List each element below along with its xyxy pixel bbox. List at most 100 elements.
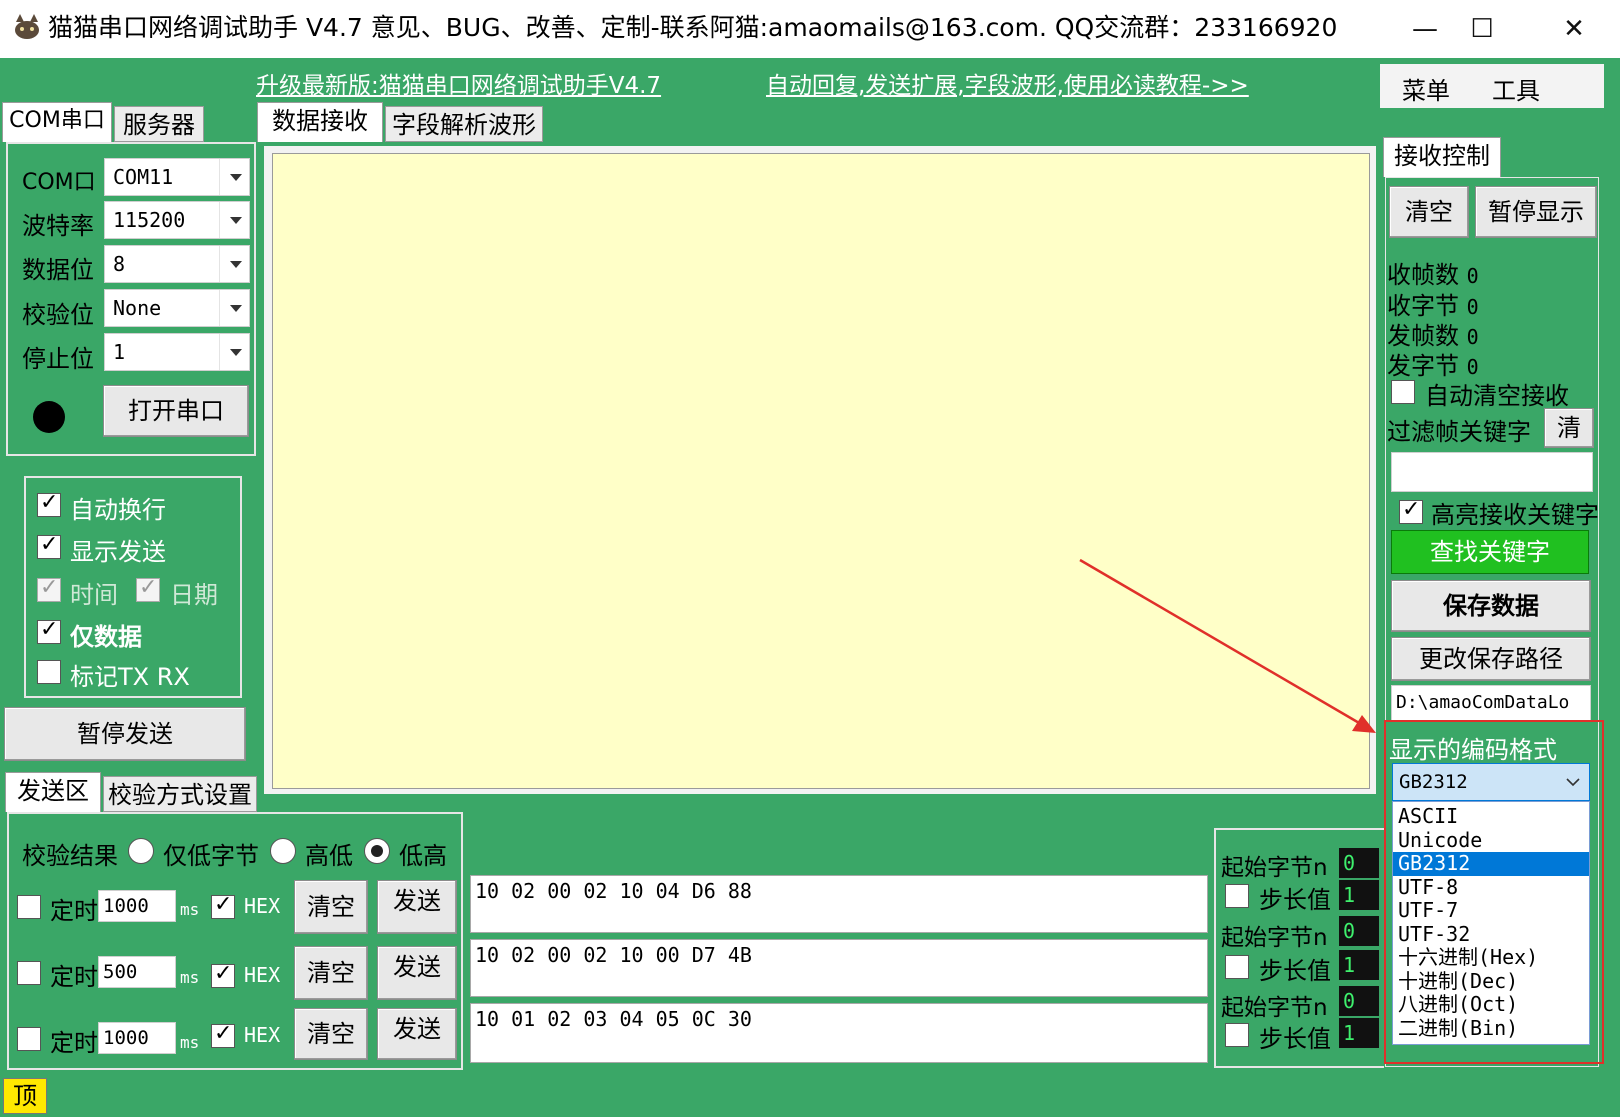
start-byte-input[interactable]: 0 (1339, 848, 1379, 878)
clear-receive-button[interactable]: 清空 (1389, 186, 1469, 238)
step-checkbox[interactable] (1225, 955, 1249, 979)
encoding-option[interactable]: UTF-8 (1393, 876, 1589, 900)
send-button[interactable]: 发送 (377, 880, 457, 934)
stop-bits-select[interactable]: 1 (104, 333, 250, 371)
encoding-selected-value: GB2312 (1399, 771, 1468, 793)
timer-interval-input[interactable]: 500 (98, 956, 176, 988)
chevron-down-icon (219, 202, 249, 238)
step-label: 步长值 (1259, 957, 1331, 985)
find-keyword-button[interactable]: 查找关键字 (1391, 530, 1589, 574)
tab-checksum-settings[interactable]: 校验方式设置 (103, 776, 257, 812)
always-on-top-button[interactable]: 顶 (3, 1078, 47, 1114)
checksum-low-only-radio[interactable] (128, 838, 154, 864)
maximize-button[interactable]: ☐ (1452, 8, 1512, 50)
save-data-button[interactable]: 保存数据 (1391, 580, 1591, 632)
encoding-option[interactable]: UTF-7 (1393, 899, 1589, 923)
upgrade-link[interactable]: 升级最新版:猫猫串口网络调试助手V4.7 (256, 66, 661, 100)
encoding-option[interactable]: UTF-32 (1393, 923, 1589, 947)
auto-clear-checkbox[interactable] (1391, 380, 1415, 404)
encoding-option[interactable]: 八进制(Oct) (1393, 993, 1589, 1017)
baud-rate-select[interactable]: 115200 (104, 201, 250, 239)
encoding-option[interactable]: 十六进制(Hex) (1393, 946, 1589, 970)
send-data-input[interactable]: 10 02 00 02 10 04 D6 88 (470, 875, 1208, 933)
data-bits-value: 8 (113, 252, 126, 276)
minimize-button[interactable]: — (1395, 8, 1455, 50)
send-button[interactable]: 发送 (377, 1008, 457, 1060)
encoding-option[interactable]: 二进制(Bin) (1393, 1017, 1589, 1041)
filter-clear-button[interactable]: 清 (1544, 408, 1594, 448)
step-input[interactable]: 1 (1339, 880, 1379, 910)
chevron-down-icon (1566, 778, 1580, 787)
save-path-input[interactable]: D:\amaoComDataLo (1391, 685, 1591, 721)
timer-unit-label: ms (180, 900, 200, 919)
baud-rate-value: 115200 (113, 208, 186, 232)
clear-send-button[interactable]: 清空 (294, 880, 368, 934)
hex-label: HEX (244, 1023, 281, 1047)
start-byte-input[interactable]: 0 (1339, 986, 1379, 1016)
pause-display-button[interactable]: 暂停显示 (1475, 186, 1597, 238)
send-data-input[interactable]: 10 01 02 03 04 05 0C 30 (470, 1003, 1208, 1063)
tab-field-waveform[interactable]: 字段解析波形 (385, 106, 543, 142)
pause-send-button[interactable]: 暂停发送 (4, 707, 246, 761)
clear-send-button[interactable]: 清空 (294, 946, 368, 1000)
send-button[interactable]: 发送 (377, 946, 457, 1000)
parity-select[interactable]: None (104, 289, 250, 327)
start-byte-input[interactable]: 0 (1339, 916, 1379, 946)
hex-checkbox[interactable] (211, 892, 235, 919)
tab-server[interactable]: 服务器 (114, 106, 204, 142)
com-port-select[interactable]: COM11 (104, 158, 250, 196)
data-bits-select[interactable]: 8 (104, 245, 250, 283)
checksum-high-low-label: 高低 (305, 842, 353, 870)
timer-unit-label: ms (180, 968, 200, 987)
timer-interval-input[interactable]: 1000 (98, 1022, 176, 1054)
tools-button[interactable]: 工具 (1492, 71, 1540, 106)
timer-interval-input[interactable]: 1000 (98, 890, 176, 922)
data-only-label: 仅数据 (70, 623, 142, 651)
rx-frames-label: 收帧数 (1387, 261, 1459, 289)
encoding-option[interactable]: 十进制(Dec) (1393, 970, 1589, 994)
tab-data-receive[interactable]: 数据接收 (257, 102, 383, 142)
timer-checkbox[interactable] (17, 961, 41, 985)
date-checkbox[interactable] (136, 575, 160, 602)
rx-frames-row: 收帧数 0 (1387, 255, 1479, 290)
baud-rate-label: 波特率 (22, 212, 94, 240)
hex-checkbox[interactable] (211, 1021, 235, 1048)
auto-wrap-checkbox[interactable] (37, 490, 61, 517)
encoding-select[interactable]: GB2312 (1392, 763, 1590, 801)
menu-button[interactable]: 菜单 (1402, 71, 1450, 106)
step-input[interactable]: 1 (1339, 1018, 1379, 1048)
open-port-button[interactable]: 打开串口 (103, 385, 249, 437)
checksum-low-high-label: 低高 (399, 842, 447, 870)
change-save-path-button[interactable]: 更改保存路径 (1391, 637, 1591, 681)
highlight-keyword-checkbox[interactable] (1399, 497, 1423, 524)
encoding-option[interactable]: Unicode (1393, 829, 1589, 853)
menu-bar: 菜单 工具 (1380, 64, 1604, 108)
tutorial-link[interactable]: 自动回复,发送扩展,字段波形,使用必读教程->> (766, 66, 1249, 100)
encoding-option-selected[interactable]: GB2312 (1393, 852, 1589, 876)
timer-checkbox[interactable] (17, 1027, 41, 1051)
step-input[interactable]: 1 (1339, 950, 1379, 980)
annotation-arrow-icon (1079, 558, 1376, 733)
send-data-input[interactable]: 10 02 00 02 10 00 D7 4B (470, 939, 1208, 997)
step-checkbox[interactable] (1225, 884, 1249, 908)
tab-send-area[interactable]: 发送区 (5, 772, 101, 812)
com-port-value: COM11 (113, 165, 174, 189)
show-send-checkbox[interactable] (37, 532, 61, 559)
checksum-high-low-radio[interactable] (270, 838, 296, 864)
timer-checkbox[interactable] (17, 895, 41, 919)
time-checkbox[interactable] (37, 575, 61, 602)
cat-logo-icon (15, 14, 39, 39)
clear-send-button[interactable]: 清空 (294, 1008, 368, 1060)
tab-receive-control[interactable]: 接收控制 (1383, 137, 1501, 177)
data-only-checkbox[interactable] (37, 617, 61, 644)
encoding-option[interactable]: ASCII (1393, 805, 1589, 829)
step-checkbox[interactable] (1225, 1023, 1249, 1047)
hex-checkbox[interactable] (211, 961, 235, 988)
mark-txrx-label: 标记TX RX (70, 663, 190, 691)
tab-com-serial[interactable]: COM串口 (2, 102, 112, 142)
close-button[interactable]: ✕ (1544, 8, 1604, 50)
checksum-result-label: 校验结果 (22, 842, 118, 870)
mark-txrx-checkbox[interactable] (37, 660, 61, 684)
checksum-low-high-radio[interactable] (364, 838, 390, 864)
filter-keyword-input[interactable] (1391, 452, 1593, 492)
